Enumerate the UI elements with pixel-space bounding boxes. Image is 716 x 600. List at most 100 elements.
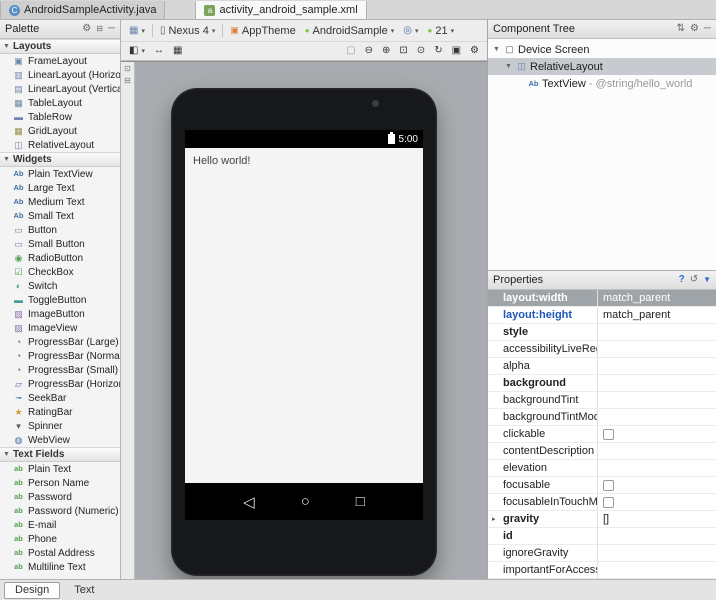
property-row-layout-height[interactable]: layout:height match_parent <box>488 307 716 324</box>
zoom-actual-button[interactable]: ⊙ <box>413 43 429 60</box>
palette-item-tablerow[interactable]: ▬ TableRow <box>0 110 120 124</box>
screenshot-button[interactable]: ▣ <box>448 43 465 60</box>
property-row-contentdescription[interactable]: contentDescription <box>488 443 716 460</box>
strip-toggle-icon[interactable]: ⊡ <box>124 65 131 73</box>
property-checkbox[interactable] <box>603 496 614 508</box>
theme-selector[interactable]: ▣ AppTheme <box>226 22 299 39</box>
tree-item-device-screen[interactable]: ▼ ▢ Device Screen <box>488 41 716 58</box>
tree-hide-icon[interactable]: ─ <box>704 24 711 34</box>
palette-item-postal-address[interactable]: ab Postal Address <box>0 546 120 560</box>
zoom-in-button[interactable]: ⊕ <box>378 43 394 60</box>
property-expand-icon[interactable]: ▸ <box>492 515 502 523</box>
palette-item-togglebutton[interactable]: ▬ ToggleButton <box>0 293 120 307</box>
palette-item-small-text[interactable]: Ab Small Text <box>0 209 120 223</box>
palette-item-tablelayout[interactable]: ▦ TableLayout <box>0 96 120 110</box>
strip-collapse-icon[interactable]: ⊟ <box>124 77 131 85</box>
palette-item-progressbar-normal[interactable]: ◔ ProgressBar (Normal) <box>0 349 120 363</box>
palette-section-layouts[interactable]: ▼ Layouts <box>0 39 120 54</box>
property-value[interactable] <box>598 545 716 561</box>
property-row-gravity[interactable]: ▸ gravity[] <box>488 511 716 528</box>
palette-item-linearlayout-horizontal[interactable]: ▥ LinearLayout (Horizontal) <box>0 68 120 82</box>
property-value[interactable] <box>598 562 716 578</box>
property-checkbox[interactable] <box>603 479 614 491</box>
device-selector[interactable]: ▯ Nexus 4 ▾ <box>156 22 219 39</box>
property-value[interactable] <box>598 392 716 408</box>
palette-item-medium-text[interactable]: Ab Medium Text <box>0 195 120 209</box>
palette-item-plain-text[interactable]: ab Plain Text <box>0 462 120 476</box>
palette-item-phone[interactable]: ab Phone <box>0 532 120 546</box>
property-value[interactable] <box>598 375 716 391</box>
property-row-backgroundtintmode[interactable]: backgroundTintMode <box>488 409 716 426</box>
sort-icon[interactable]: ⇅ <box>677 24 685 34</box>
palette-item-progressbar-large[interactable]: ◔ ProgressBar (Large) <box>0 335 120 349</box>
filter-icon[interactable]: ▼ <box>703 276 711 284</box>
palette-hide-icon[interactable]: ─ <box>108 24 115 34</box>
palette-item-person-name[interactable]: ab Person Name <box>0 476 120 490</box>
home-button-icon[interactable]: ○ <box>301 493 310 510</box>
property-row-clickable[interactable]: clickable <box>488 426 716 443</box>
property-value[interactable] <box>598 324 716 340</box>
hello-world-text[interactable]: Hello world! <box>193 155 250 167</box>
recents-button-icon[interactable]: □ <box>356 493 365 510</box>
property-value[interactable] <box>598 409 716 425</box>
palette-item-plain-textview[interactable]: Ab Plain TextView <box>0 167 120 181</box>
palette-item-imagebutton[interactable]: ▨ ImageButton <box>0 307 120 321</box>
palette-item-seekbar[interactable]: ╼ SeekBar <box>0 391 120 405</box>
screen-content[interactable]: Hello world! <box>185 148 423 483</box>
locale-selector[interactable]: ◎ ▾ <box>399 22 422 39</box>
palette-item-ratingbar[interactable]: ★ RatingBar <box>0 405 120 419</box>
palette-section-text-fields[interactable]: ▼ Text Fields <box>0 447 120 462</box>
property-value[interactable] <box>598 426 716 442</box>
palette-item-small-button[interactable]: ▭ Small Button <box>0 237 120 251</box>
palette-item-progressbar-horizontal[interactable]: ▱ ProgressBar (Horizontal) <box>0 377 120 391</box>
tab-activity-android-sample-xml[interactable]: a activity_android_sample.xml <box>195 1 367 19</box>
tree-expand-icon[interactable]: ▼ <box>492 46 501 53</box>
property-row-importantforaccessibility[interactable]: importantForAccessibility <box>488 562 716 579</box>
palette-item-gridlayout[interactable]: ▦ GridLayout <box>0 124 120 138</box>
property-value[interactable]: match_parent <box>598 290 716 306</box>
device-preview[interactable]: 5:00 Hello world! ◁ ○ □ <box>171 88 437 576</box>
palette-item-spinner[interactable]: ▾ Spinner <box>0 419 120 433</box>
back-button-icon[interactable]: ◁ <box>243 493 255 511</box>
revert-icon[interactable]: ↺ <box>690 275 698 285</box>
palette-item-checkbox[interactable]: ☑ CheckBox <box>0 265 120 279</box>
palette-item-multiline-text[interactable]: ab Multiline Text <box>0 560 120 574</box>
property-value[interactable]: [] <box>598 511 716 527</box>
size-button[interactable]: ↔ <box>150 43 168 60</box>
property-value[interactable] <box>598 528 716 544</box>
property-row-elevation[interactable]: elevation <box>488 460 716 477</box>
palette-item-password[interactable]: ab Password <box>0 490 120 504</box>
tab-text[interactable]: Text <box>63 582 105 599</box>
property-row-accessibilityliveregion[interactable]: accessibilityLiveRegion <box>488 341 716 358</box>
property-value[interactable] <box>598 443 716 459</box>
property-checkbox[interactable] <box>603 428 614 440</box>
zoom-out-button[interactable]: ⊖ <box>361 43 377 60</box>
preview-settings-button[interactable]: ⚙ <box>466 43 483 60</box>
palette-item-switch[interactable]: ◐ Switch <box>0 279 120 293</box>
palette-item-progressbar-small[interactable]: ◔ ProgressBar (Small) <box>0 363 120 377</box>
palette-item-button[interactable]: ▭ Button <box>0 223 120 237</box>
configuration-combo[interactable]: ▦ ▾ <box>125 22 149 39</box>
palette-item-relativelayout[interactable]: ◫ RelativeLayout <box>0 138 120 152</box>
property-row-focusableintouchmode[interactable]: focusableInTouchMode <box>488 494 716 511</box>
palette-item-imageview[interactable]: ▨ ImageView <box>0 321 120 335</box>
help-icon[interactable]: ? <box>679 275 685 285</box>
palette-item-webview[interactable]: ◍ WebView <box>0 433 120 447</box>
tab-design[interactable]: Design <box>4 581 61 599</box>
property-value[interactable] <box>598 494 716 510</box>
palette-item-password-numeric[interactable]: ab Password (Numeric) <box>0 504 120 518</box>
property-value[interactable] <box>598 460 716 476</box>
palette-item-large-text[interactable]: Ab Large Text <box>0 181 120 195</box>
tree-item-relativelayout[interactable]: ▼ ◫ RelativeLayout <box>488 58 716 75</box>
property-row-backgroundtint[interactable]: backgroundTint <box>488 392 716 409</box>
palette-item-e-mail[interactable]: ab E-mail <box>0 518 120 532</box>
zoom-fit-button[interactable]: ⊡ <box>395 43 411 60</box>
orientation-button[interactable]: ◧ ▾ <box>125 43 149 60</box>
property-row-background[interactable]: background <box>488 375 716 392</box>
refresh-button[interactable]: ↻ <box>430 43 446 60</box>
tree-expand-icon[interactable]: ▼ <box>504 63 513 70</box>
property-row-id[interactable]: id <box>488 528 716 545</box>
property-row-ignoregravity[interactable]: ignoreGravity <box>488 545 716 562</box>
palette-item-framelayout[interactable]: ▣ FrameLayout <box>0 54 120 68</box>
palette-settings-icon[interactable]: ⚙ <box>82 24 91 34</box>
